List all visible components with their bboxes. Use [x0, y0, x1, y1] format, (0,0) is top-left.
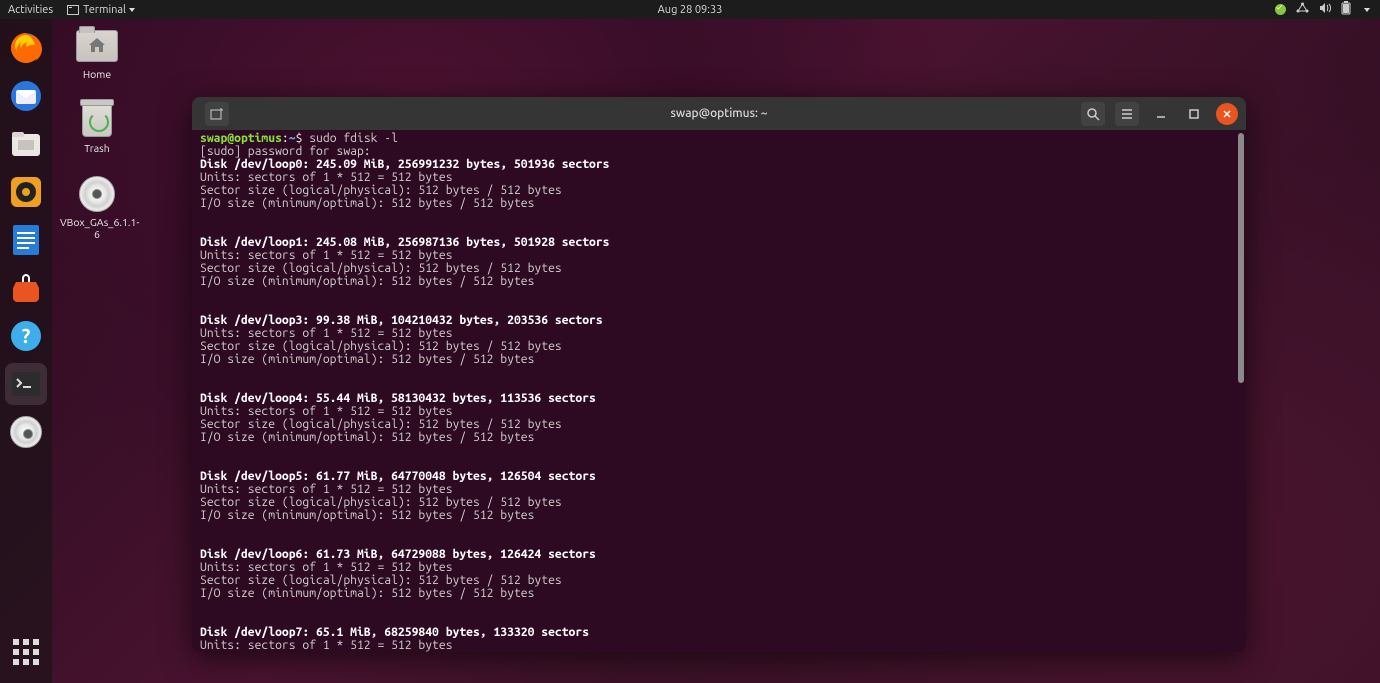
- dock-thunderbird[interactable]: [5, 75, 47, 117]
- output-line: Units: sectors of 1 * 512 = 512 bytes: [200, 171, 453, 184]
- dock-help[interactable]: ?: [5, 315, 47, 357]
- output-line: Sector size (logical/physical): 512 byte…: [200, 262, 562, 275]
- search-button[interactable]: [1081, 102, 1105, 126]
- disk-header: Disk /dev/loop1: 245.08 MiB, 256987136 b…: [200, 236, 610, 249]
- disc-icon: [79, 176, 115, 212]
- folder-icon: [76, 30, 118, 62]
- output-line: Sector size (logical/physical): 512 byte…: [200, 340, 562, 353]
- output-line: I/O size (minimum/optimal): 512 bytes / …: [200, 509, 534, 522]
- prompt-sep: :: [282, 132, 289, 145]
- terminal-icon: [67, 5, 79, 15]
- output-line: Units: sectors of 1 * 512 = 512 bytes: [200, 405, 453, 418]
- terminal-body[interactable]: swap@optimus:~$ sudo fdisk -l [sudo] pas…: [192, 130, 1246, 652]
- scrollbar-thumb[interactable]: [1238, 133, 1244, 383]
- command-text: sudo fdisk -l: [309, 132, 398, 145]
- activities-button[interactable]: Activities: [8, 4, 53, 16]
- top-panel: Activities Terminal Aug 28 09:33: [0, 0, 1380, 19]
- update-available-icon[interactable]: [1275, 4, 1286, 15]
- dock-firefox[interactable]: [5, 27, 47, 69]
- maximize-button[interactable]: [1183, 103, 1205, 125]
- dock-rhythmbox[interactable]: [5, 171, 47, 213]
- output-line: Sector size (logical/physical): 512 byte…: [200, 574, 562, 587]
- volume-icon[interactable]: [1319, 2, 1331, 17]
- output-line: Sector size (logical/physical): 512 byte…: [200, 418, 562, 431]
- dock: ?: [0, 19, 52, 683]
- disk-header: Disk /dev/loop0: 245.09 MiB, 256991232 b…: [200, 158, 610, 171]
- dock-software[interactable]: [5, 267, 47, 309]
- disk-header: Disk /dev/loop6: 61.73 MiB, 64729088 byt…: [200, 548, 596, 561]
- minimize-button[interactable]: [1150, 103, 1172, 125]
- output-line: I/O size (minimum/optimal): 512 bytes / …: [200, 587, 534, 600]
- desktop-icon-home[interactable]: Home: [60, 27, 134, 80]
- dock-disc[interactable]: [5, 411, 47, 453]
- output-line: I/O size (minimum/optimal): 512 bytes / …: [200, 197, 534, 210]
- dock-files[interactable]: [5, 123, 47, 165]
- show-applications-button[interactable]: [5, 631, 47, 673]
- dock-libreoffice-writer[interactable]: [5, 219, 47, 261]
- output-line: I/O size (minimum/optimal): 512 bytes / …: [200, 275, 534, 288]
- output-line: I/O size (minimum/optimal): 512 bytes / …: [200, 431, 534, 444]
- chevron-down-icon: [129, 8, 135, 12]
- output-line: Units: sectors of 1 * 512 = 512 bytes: [200, 561, 453, 574]
- svg-text:?: ?: [22, 324, 31, 347]
- hamburger-menu-button[interactable]: [1115, 102, 1139, 126]
- disk-header: Disk /dev/loop5: 61.77 MiB, 64770048 byt…: [200, 470, 596, 483]
- dock-terminal[interactable]: [5, 363, 47, 405]
- output-line: Units: sectors of 1 * 512 = 512 bytes: [200, 483, 453, 496]
- battery-icon[interactable]: [1341, 1, 1351, 18]
- prompt-path: ~: [289, 132, 296, 145]
- clock[interactable]: Aug 28 09:33: [658, 4, 723, 16]
- output-line: I/O size (minimum/optimal): 512 bytes / …: [200, 353, 534, 366]
- desktop-icon-label: Home: [60, 68, 134, 80]
- desktop[interactable]: Home Trash VBox_GAs_6.1.1-6 swap@optimus…: [0, 19, 1380, 683]
- disk-header: Disk /dev/loop3: 99.38 MiB, 104210432 by…: [200, 314, 603, 327]
- desktop-icon-label: Trash: [60, 142, 134, 154]
- prompt-dollar: $: [296, 132, 310, 145]
- prompt-user: swap@optimus: [200, 132, 282, 145]
- disk-header: Disk /dev/loop4: 55.44 MiB, 58130432 byt…: [200, 392, 596, 405]
- close-button[interactable]: [1216, 103, 1238, 125]
- apps-grid-icon: [13, 639, 39, 665]
- output-line: Units: sectors of 1 * 512 = 512 bytes: [200, 639, 453, 652]
- output-line: Sector size (logical/physical): 512 byte…: [200, 184, 562, 197]
- trash-icon: [82, 103, 112, 137]
- app-menu-label: Terminal: [83, 4, 126, 16]
- desktop-icon-vbox[interactable]: VBox_GAs_6.1.1-6: [60, 175, 134, 240]
- desktop-icon-trash[interactable]: Trash: [60, 101, 134, 154]
- sudo-prompt: [sudo] password for swap:: [200, 145, 371, 158]
- terminal-window: swap@optimus: ~ swap@optimus:~$: [192, 97, 1246, 652]
- output-line: Units: sectors of 1 * 512 = 512 bytes: [200, 327, 453, 340]
- new-tab-button[interactable]: [205, 102, 229, 126]
- app-menu-button[interactable]: Terminal: [67, 4, 135, 16]
- network-icon[interactable]: [1296, 2, 1309, 17]
- output-line: Units: sectors of 1 * 512 = 512 bytes: [200, 249, 453, 262]
- terminal-titlebar[interactable]: swap@optimus: ~: [192, 97, 1246, 130]
- disc-icon: [10, 416, 42, 448]
- output-line: Sector size (logical/physical): 512 byte…: [200, 496, 562, 509]
- desktop-icon-label: VBox_GAs_6.1.1-6: [60, 216, 134, 240]
- terminal-title: swap@optimus: ~: [671, 107, 768, 120]
- disk-header: Disk /dev/loop7: 65.1 MiB, 68259840 byte…: [200, 626, 589, 639]
- system-menu-chevron-icon[interactable]: [1364, 8, 1370, 12]
